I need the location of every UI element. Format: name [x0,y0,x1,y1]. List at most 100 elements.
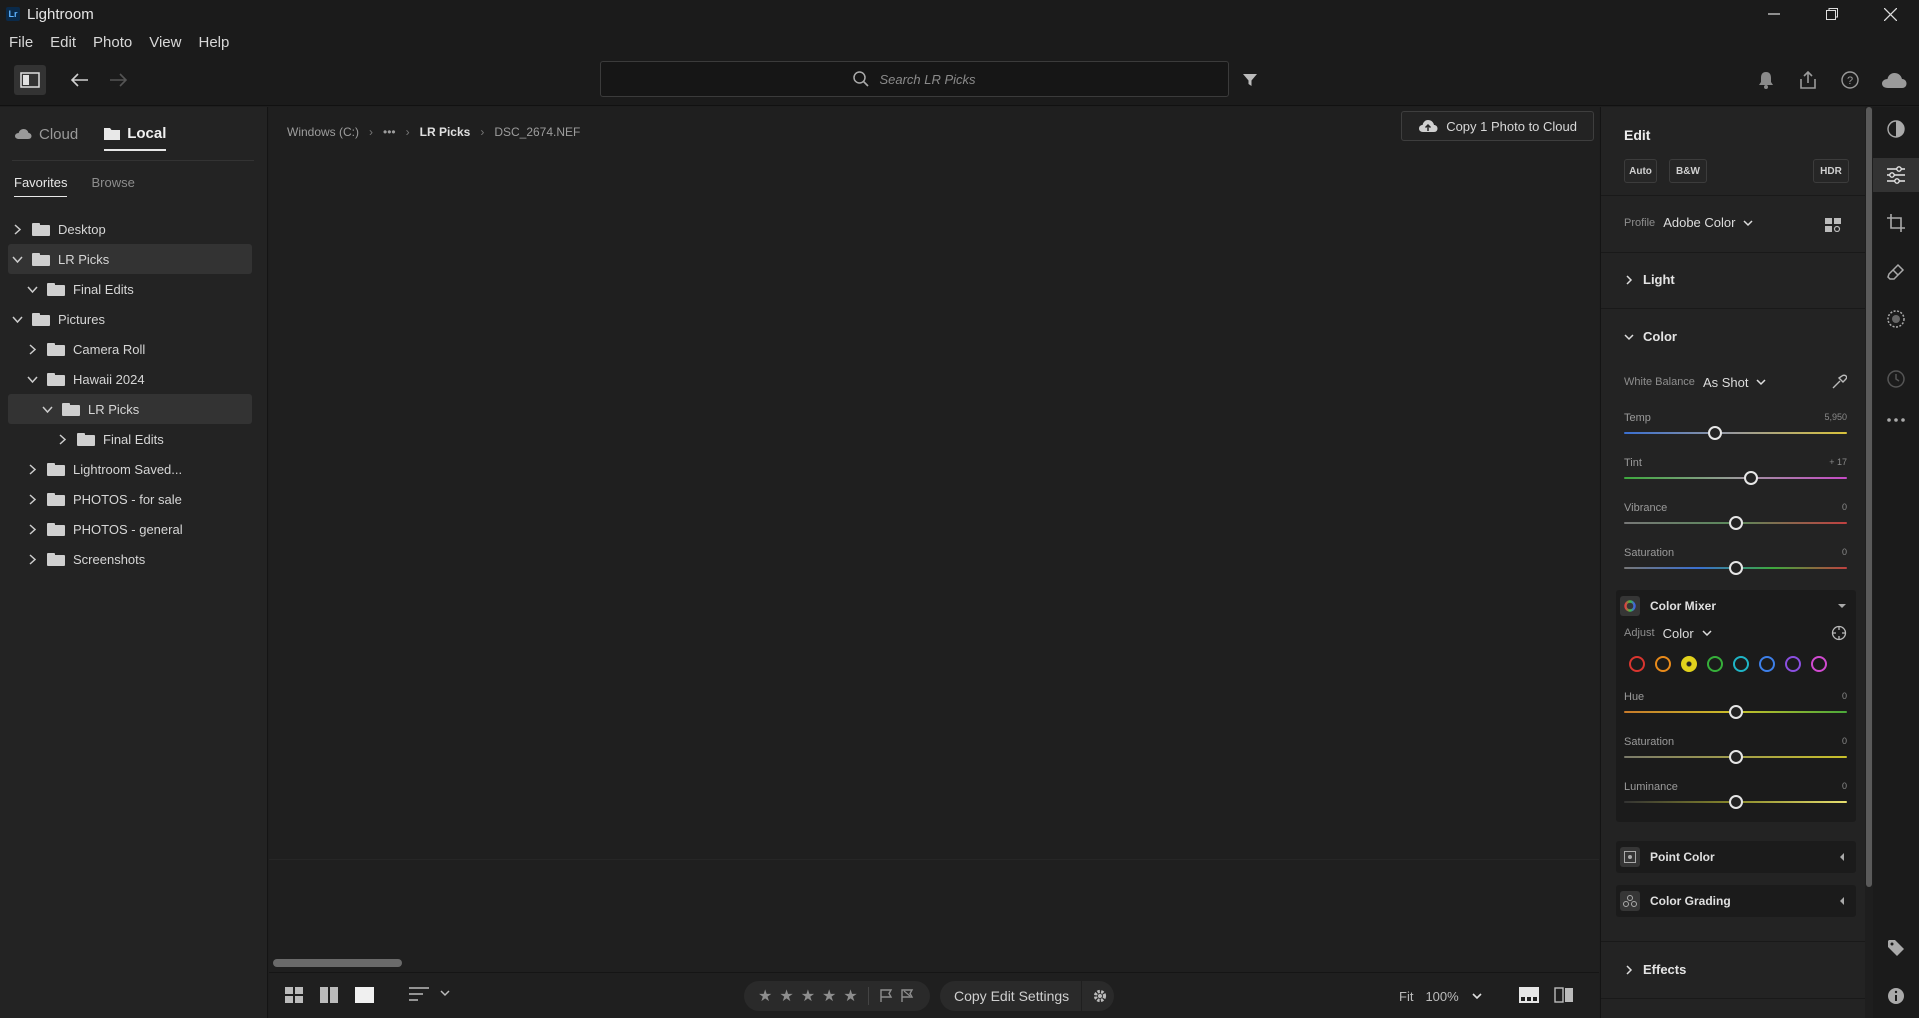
color-swatch[interactable] [1733,656,1749,672]
eyedropper-icon[interactable] [1831,374,1847,390]
chevron-down-icon[interactable] [1756,377,1766,387]
color-swatch[interactable] [1681,656,1697,672]
caret-left-icon[interactable] [1838,897,1846,905]
pick-flag-icon[interactable] [879,989,893,1003]
horizontal-scrollbar[interactable] [273,959,402,967]
hdr-button[interactable]: HDR [1813,159,1849,183]
share-icon[interactable] [1797,69,1819,91]
hue-value[interactable]: 0 [1842,691,1847,701]
luminance-value[interactable]: 0 [1842,781,1847,791]
adjust-select[interactable]: Color [1663,626,1694,641]
breadcrumb-ellipsis[interactable]: ••• [383,125,396,139]
tint-value[interactable]: + 17 [1829,457,1847,467]
tab-local[interactable]: Local [104,117,167,151]
zoom-fit[interactable]: Fit [1399,989,1413,1004]
mixer-saturation-knob[interactable] [1728,750,1743,764]
chevron-right-icon[interactable] [23,463,41,475]
vibrance-value[interactable]: 0 [1842,502,1847,512]
tree-row[interactable]: PHOTOS - for sale [8,484,252,514]
white-balance-select[interactable]: As Shot [1703,375,1749,390]
caret-down-icon[interactable] [1838,602,1846,610]
tab-favorites[interactable]: Favorites [14,175,68,197]
chevron-down-icon[interactable] [8,314,26,325]
tint-knob[interactable] [1744,471,1759,485]
saturation-value[interactable]: 0 [1842,547,1847,557]
chevron-down-icon[interactable] [1702,628,1712,638]
tree-row[interactable]: LR Picks [8,394,252,424]
detail-view-icon[interactable] [355,987,374,1003]
copy-to-cloud-button[interactable]: Copy 1 Photo to Cloud [1401,111,1594,141]
info-icon[interactable] [1873,979,1919,1013]
chevron-right-icon[interactable] [23,553,41,565]
tree-row[interactable]: Lightroom Saved... [8,454,252,484]
tree-row[interactable]: LR Picks [8,244,252,274]
color-swatch[interactable] [1707,656,1723,672]
tree-row[interactable]: Hawaii 2024 [8,364,252,394]
tree-row[interactable]: Camera Roll [8,334,252,364]
luminance-knob[interactable] [1728,795,1743,809]
profile-select[interactable]: Adobe Color [1663,215,1735,230]
chevron-down-icon[interactable] [1471,990,1483,1002]
square-grid-view-icon[interactable] [320,987,338,1003]
star-icon[interactable]: ★ [758,986,772,1006]
tree-row[interactable]: PHOTOS - general [8,514,252,544]
grid-view-icon[interactable] [285,987,303,1003]
reject-flag-icon[interactable] [900,989,914,1003]
chevron-down-icon[interactable] [23,374,41,385]
point-color-header[interactable]: Point Color [1616,841,1856,873]
color-swatch[interactable] [1629,656,1645,672]
chevron-down-icon[interactable] [1743,218,1753,228]
chevron-right-icon[interactable] [23,343,41,355]
temp-value[interactable]: 5,950 [1824,412,1847,422]
color-swatch[interactable] [1759,656,1775,672]
close-icon[interactable] [1861,0,1919,28]
healing-eraser-icon[interactable] [1873,254,1919,288]
color-grading-header[interactable]: Color Grading [1616,885,1856,917]
crop-icon[interactable] [1873,206,1919,240]
auto-button[interactable]: Auto [1624,159,1657,183]
forward-arrow-icon[interactable] [106,68,130,92]
presets-icon[interactable] [1873,112,1919,146]
breadcrumb-folder[interactable]: LR Picks [420,125,471,139]
chevron-down-icon[interactable] [439,987,451,999]
color-swatch[interactable] [1655,656,1671,672]
star-icon[interactable]: ★ [843,986,857,1006]
effects-section-header[interactable]: Effects [1624,962,1686,977]
profile-browser-icon[interactable] [1823,215,1843,235]
more-icon[interactable] [1873,403,1919,437]
menu-photo[interactable]: Photo [93,34,132,51]
color-mixer-header[interactable]: Color Mixer [1616,590,1856,622]
temp-track[interactable] [1624,432,1847,434]
breadcrumb-drive[interactable]: Windows (C:) [287,125,359,139]
chevron-down-icon[interactable] [23,284,41,295]
edit-sliders-icon[interactable] [1873,158,1919,192]
tab-browse[interactable]: Browse [91,175,134,197]
help-icon[interactable]: ? [1839,69,1861,91]
restore-icon[interactable] [1803,0,1861,28]
chevron-right-icon[interactable] [23,523,41,535]
menu-edit[interactable]: Edit [50,34,76,51]
chevron-right-icon[interactable] [8,223,26,235]
search-input[interactable]: Search LR Picks [600,61,1229,97]
minimize-icon[interactable] [1745,0,1803,28]
tree-row[interactable]: Final Edits [8,424,252,454]
star-icon[interactable]: ★ [801,986,815,1006]
bell-icon[interactable] [1755,69,1777,91]
bw-button[interactable]: B&W [1669,159,1707,183]
star-icon[interactable]: ★ [822,986,836,1006]
color-section-header[interactable]: Color [1624,329,1677,344]
gear-icon[interactable] [1092,988,1108,1004]
chevron-down-icon[interactable] [8,254,26,265]
color-swatch[interactable] [1811,656,1827,672]
chevron-right-icon[interactable] [23,493,41,505]
tag-icon[interactable] [1873,931,1919,965]
temp-knob[interactable] [1708,426,1723,440]
color-swatch[interactable] [1785,656,1801,672]
tree-row[interactable]: Pictures [8,304,252,334]
tab-cloud[interactable]: Cloud [14,117,78,151]
star-icon[interactable]: ★ [779,986,793,1006]
tree-row[interactable]: Desktop [8,214,252,244]
light-section-header[interactable]: Light [1624,272,1675,287]
tree-row[interactable]: Final Edits [8,274,252,304]
menu-file[interactable]: File [9,34,33,51]
